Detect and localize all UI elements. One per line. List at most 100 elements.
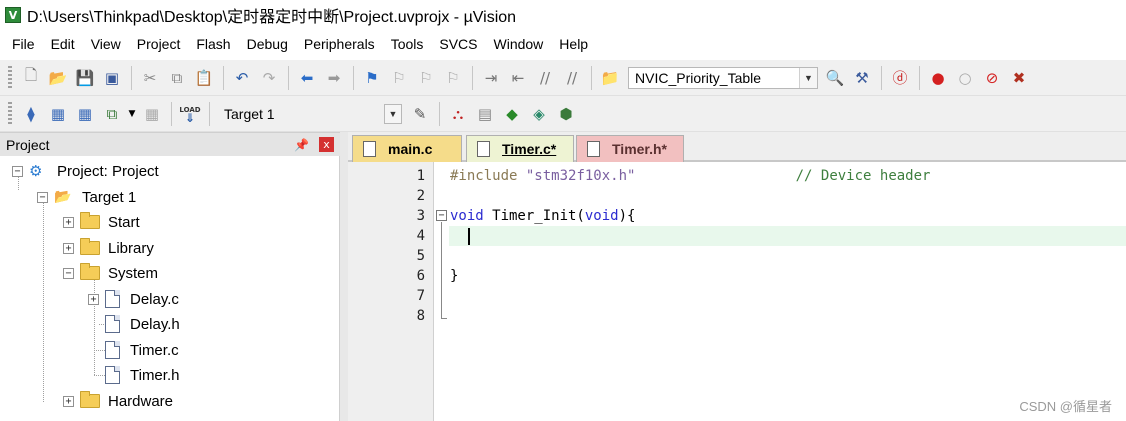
toolbar-grip[interactable] [8,101,12,126]
menu-view[interactable]: View [83,33,129,55]
rebuild-icon[interactable]: ▦ [72,101,98,127]
uncomment-icon[interactable]: // [559,65,585,91]
line-number: 6 [416,268,425,284]
collapse-icon[interactable]: − [12,165,23,177]
collapse-icon[interactable]: − [63,267,74,279]
translate-icon[interactable]: ⧫ [18,101,44,127]
file-icon [105,341,120,359]
panel-splitter[interactable] [340,132,348,421]
chevron-down-icon[interactable]: ▼ [799,67,817,88]
preprocessor-token: #include [450,168,518,184]
open-folder-icon[interactable]: 📂 [45,65,71,91]
code-line-1: #include "stm32f10x.h" // Device header [450,166,930,186]
close-icon[interactable]: x [319,137,334,152]
menu-file[interactable]: File [4,33,43,55]
select-packs-icon[interactable]: ▤ [472,101,498,127]
insert-breakpoint-icon[interactable]: ● [925,65,951,91]
batch-build-icon[interactable]: ⧉ [99,101,125,127]
tree-project-root[interactable]: − ⚙ Project: Project [12,160,159,182]
save-icon[interactable]: 💾 [72,65,98,91]
tab-main-c[interactable]: main.c [352,135,462,162]
expand-icon[interactable]: + [88,293,99,305]
menu-svcs[interactable]: SVCS [431,33,485,55]
punctuation-token: ){ [618,208,636,224]
tab-timer-h[interactable]: Timer.h* [576,135,684,162]
find-combo[interactable]: NVIC_Priority_Table ▼ [628,66,818,89]
chevron-down-icon[interactable]: ▼ [126,101,138,127]
file-icon [587,141,600,157]
menu-edit[interactable]: Edit [43,33,83,55]
tree-label: Hardware [108,392,174,410]
expand-icon[interactable]: + [63,216,74,228]
tree-file-delay-c[interactable]: + Delay.c [88,288,179,310]
navigate-forward-icon[interactable]: ➡ [321,65,347,91]
menu-peripherals[interactable]: Peripherals [296,33,383,55]
undo-icon[interactable]: ↶ [229,65,255,91]
tree-file-timer-h[interactable]: Timer.h [105,364,179,386]
find-icon[interactable]: 🔍 [822,65,848,91]
debug-session-icon[interactable]: ⓓ [887,65,913,91]
new-file-icon[interactable]: 🗋 [18,65,44,91]
menu-flash[interactable]: Flash [188,33,238,55]
uvision-app-icon[interactable]: V [5,7,21,23]
chevron-down-icon[interactable]: ▼ [384,103,402,124]
kill-breakpoints-icon[interactable]: ✖ [1006,65,1032,91]
string-token: "stm32f10x.h" [525,168,636,184]
manage-project-items-icon[interactable]: ⛬ [445,101,471,127]
menu-debug[interactable]: Debug [239,33,296,55]
stop-build-icon[interactable]: ▦ [139,101,165,127]
next-bookmark-icon[interactable]: ⚐ [413,65,439,91]
target-combo[interactable]: Target 1 ▼ [217,102,403,125]
pin-icon[interactable]: 📌 [294,138,309,152]
unindent-icon[interactable]: ⇤ [505,65,531,91]
menu-window[interactable]: Window [486,33,552,55]
toolbar-separator [919,65,920,90]
enable-breakpoint-icon[interactable]: ○ [952,65,978,91]
tree-group-start[interactable]: + Start [63,211,140,233]
event-recorder-icon[interactable]: ⬢ [553,101,579,127]
collapse-icon[interactable]: − [37,191,48,203]
clear-bookmarks-icon[interactable]: ⚐ [440,65,466,91]
tree-file-delay-h[interactable]: Delay.h [105,313,180,335]
target-options-icon[interactable]: ✎ [407,101,433,127]
line-number: 4 [416,228,425,244]
toolbar-grip[interactable] [8,65,12,90]
tree-file-timer-c[interactable]: Timer.c [105,339,179,361]
paste-icon[interactable]: 📋 [191,65,217,91]
project-icon: ⚙ [29,162,43,180]
manage-rte-icon[interactable]: ◆ [499,101,525,127]
tree-group-library[interactable]: + Library [63,237,154,259]
expand-icon[interactable]: + [63,242,74,254]
bookmark-icon[interactable]: ⚑ [359,65,385,91]
tree-group-hardware[interactable]: + Hardware [63,390,173,412]
comment-icon[interactable]: // [532,65,558,91]
prev-bookmark-icon[interactable]: ⚐ [386,65,412,91]
indent-icon[interactable]: ⇥ [478,65,504,91]
incremental-find-icon[interactable]: ⚒ [849,65,875,91]
find-in-files-icon[interactable]: 📁 [597,65,623,91]
line-number: 1 [416,168,425,184]
pack-installer-icon[interactable]: ◈ [526,101,552,127]
keyword-token: void [584,208,619,224]
cut-icon[interactable]: ✂ [137,65,163,91]
build-icon[interactable]: ▦ [45,101,71,127]
file-icon [105,366,120,384]
menu-tools[interactable]: Tools [383,33,432,55]
tree-group-system[interactable]: − System [63,262,158,284]
menu-project[interactable]: Project [129,33,189,55]
disable-breakpoints-icon[interactable]: ⊘ [979,65,1005,91]
navigate-back-icon[interactable]: ⬅ [294,65,320,91]
redo-icon[interactable]: ↷ [256,65,282,91]
copy-icon[interactable]: ⧉ [164,65,190,91]
fold-line [441,318,447,319]
menu-help[interactable]: Help [551,33,596,55]
expand-icon[interactable]: + [63,395,74,407]
fold-collapse-icon[interactable]: − [436,210,447,221]
tree-target[interactable]: − 📂 Target 1 [37,186,136,208]
toolbar-separator [353,65,354,90]
tree-label: Library [108,239,154,257]
tab-timer-c[interactable]: Timer.c* [466,135,574,162]
code-editor[interactable]: 1 2 3 4 5 6 7 8 − #include "stm32f10x.h"… [348,162,1126,421]
download-icon[interactable]: LOAD ⇓ [177,101,203,127]
save-all-icon[interactable]: ▣ [99,65,125,91]
